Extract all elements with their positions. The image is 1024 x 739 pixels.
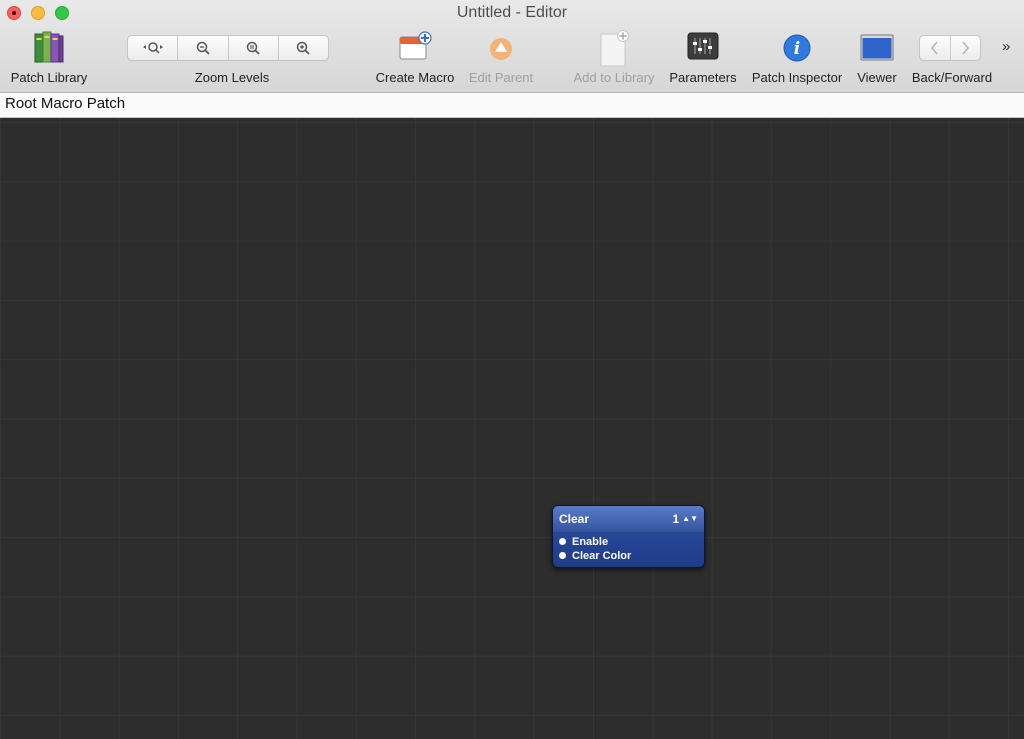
port-label: Clear Color (572, 550, 632, 562)
viewer-label: Viewer (857, 70, 897, 85)
breadcrumb[interactable]: Root Macro Patch (5, 95, 125, 112)
input-port-clear-color[interactable]: Clear Color (559, 550, 631, 562)
zoom-levels-caption: Zoom Levels (180, 30, 284, 88)
create-macro-label: Create Macro (375, 70, 455, 85)
add-to-library-label: Add to Library (573, 70, 655, 85)
clear-patch-node[interactable]: Clear 1 ▲▼ Enable Clear Color (552, 505, 705, 568)
patch-library-label: Patch Library (10, 70, 88, 85)
info-icon: i (783, 34, 811, 62)
patch-inspector-button[interactable]: i Patch Inspector (746, 30, 848, 88)
viewer-button[interactable]: Viewer (852, 30, 902, 88)
create-macro-button[interactable]: Create Macro (370, 30, 460, 88)
zoom-in-icon (297, 41, 310, 55)
svg-text:i: i (794, 39, 800, 59)
zoom-to-fit-button[interactable] (128, 36, 179, 60)
add-document-icon (600, 30, 629, 67)
edit-parent-icon (490, 38, 512, 60)
patch-header[interactable]: Clear 1 ▲▼ (553, 506, 704, 533)
back-forward-caption: Back/Forward (904, 30, 1000, 88)
edit-parent-button[interactable]: Edit Parent (462, 30, 540, 88)
execution-order-value: 1 (672, 512, 680, 526)
sliders-icon (687, 32, 719, 60)
port-dot-icon[interactable] (559, 538, 566, 545)
create-macro-icon (399, 31, 432, 60)
parameters-label: Parameters (669, 70, 737, 85)
patch-library-button[interactable]: Patch Library (5, 30, 93, 88)
breadcrumb-bar: Root Macro Patch (0, 93, 1024, 118)
editor-canvas[interactable] (0, 118, 1024, 739)
back-forward-label: Back/Forward (911, 70, 993, 85)
patch-inspector-label: Patch Inspector (751, 70, 843, 85)
patch-title: Clear (559, 512, 590, 526)
execution-order-stepper[interactable]: 1 ▲▼ (672, 512, 698, 526)
port-dot-icon[interactable] (559, 552, 566, 559)
toolbar-overflow-button[interactable]: » (1002, 38, 1011, 55)
add-to-library-button[interactable]: Add to Library (566, 30, 662, 88)
window-title: Untitled - Editor (456, 4, 568, 21)
edit-parent-label: Edit Parent (468, 70, 534, 85)
zoom-in-button[interactable] (279, 36, 328, 60)
stepper-arrows-icon: ▲▼ (682, 514, 698, 523)
books-icon (34, 31, 64, 63)
port-label: Enable (572, 536, 609, 548)
zoom-fit-icon (142, 42, 163, 54)
viewer-window-icon (860, 34, 894, 61)
zoom-levels-label: Zoom Levels (194, 70, 270, 85)
input-port-enable[interactable]: Enable (559, 536, 608, 548)
parameters-button[interactable]: Parameters (664, 30, 742, 88)
toolbar: Untitled - Editor Patch Library Zoom Lev… (0, 0, 1024, 93)
